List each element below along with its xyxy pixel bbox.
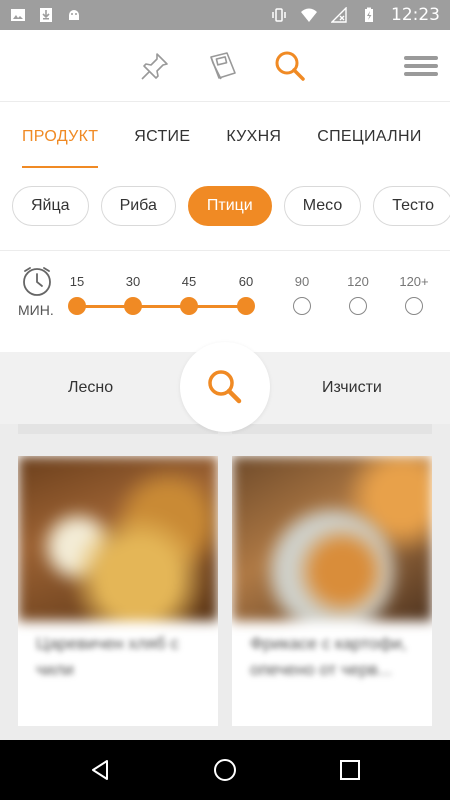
- search-fab-button[interactable]: [180, 342, 270, 432]
- android-icon: [69, 10, 79, 20]
- recipe-image: [18, 456, 218, 621]
- recents-icon[interactable]: [338, 758, 362, 782]
- divider: [0, 250, 450, 251]
- chip-dough[interactable]: Тесто: [373, 186, 450, 226]
- ingredient-chips: Яйца Риба Птици Месо Тесто: [12, 186, 450, 226]
- time-dot-90[interactable]: [293, 297, 311, 315]
- time-dot-60[interactable]: [237, 297, 255, 315]
- time-dot-120-plus[interactable]: [405, 297, 423, 315]
- time-dot-30[interactable]: [124, 297, 142, 315]
- recipe-card[interactable]: Фрикасе с картофи, опечено от черв...: [232, 456, 432, 726]
- pin-icon[interactable]: [137, 48, 173, 84]
- clear-button[interactable]: Изчисти: [322, 379, 382, 397]
- card-strip: [232, 424, 432, 434]
- app-bar: [0, 30, 450, 102]
- recipe-image: [232, 456, 432, 621]
- menu-icon[interactable]: [404, 52, 438, 80]
- back-icon[interactable]: [88, 758, 112, 782]
- wifi-icon: [301, 8, 317, 22]
- tab-special[interactable]: СПЕЦИАЛНИ: [317, 102, 421, 168]
- time-range-track: [76, 305, 246, 308]
- chip-poultry[interactable]: Птици: [187, 186, 272, 226]
- recipe-card[interactable]: Царевичен хляб с чили: [18, 456, 218, 726]
- search-icon[interactable]: [272, 48, 308, 84]
- chip-eggs[interactable]: Яйца: [12, 186, 89, 226]
- clock-icon: [23, 267, 51, 296]
- chip-fish[interactable]: Риба: [100, 186, 176, 226]
- tick-label-90: 90: [294, 274, 310, 289]
- time-filter: МИН. 15 30 45 60 90 120 120+: [0, 260, 450, 346]
- status-bar: 12:23: [0, 0, 450, 30]
- image-icon: [11, 9, 25, 21]
- tick-label-120-plus: 120+: [399, 274, 429, 289]
- search-icon: [208, 370, 242, 404]
- status-time: 12:23: [391, 5, 440, 25]
- tick-label-120: 120: [347, 274, 369, 289]
- tab-product[interactable]: ПРОДУКТ: [22, 102, 99, 168]
- chip-meat[interactable]: Месо: [283, 186, 362, 226]
- tab-cuisine[interactable]: КУХНЯ: [226, 102, 281, 168]
- status-left-icons: [10, 7, 82, 23]
- cookbook-icon[interactable]: [205, 48, 241, 84]
- tick-label-15: 15: [69, 274, 85, 289]
- time-dot-120[interactable]: [349, 297, 367, 315]
- status-right-icons: 12:23: [271, 5, 440, 25]
- minutes-label: МИН.: [18, 302, 54, 318]
- recipe-title: Царевичен хляб с чили: [36, 634, 179, 679]
- time-dot-15[interactable]: [68, 297, 86, 315]
- tick-label-45: 45: [181, 274, 197, 289]
- easy-button[interactable]: Лесно: [68, 379, 113, 397]
- system-nav-bar: [0, 740, 450, 800]
- category-tabs: ПРОДУКТ ЯСТИЕ КУХНЯ СПЕЦИАЛНИ: [0, 102, 450, 168]
- time-dot-45[interactable]: [180, 297, 198, 315]
- card-strip: [18, 424, 218, 434]
- tab-dish[interactable]: ЯСТИЕ: [134, 102, 190, 168]
- recipe-grid: Царевичен хляб с чили Фрикасе с картофи,…: [0, 424, 450, 740]
- recipe-title: Фрикасе с картофи, опечено от черв...: [250, 634, 407, 679]
- no-signal-icon: [331, 7, 347, 23]
- vibrate-icon: [272, 8, 286, 22]
- home-icon[interactable]: [213, 758, 237, 782]
- tick-label-30: 30: [125, 274, 141, 289]
- tick-label-60: 60: [238, 274, 254, 289]
- download-icon: [40, 8, 52, 22]
- battery-charging-icon: [365, 7, 373, 22]
